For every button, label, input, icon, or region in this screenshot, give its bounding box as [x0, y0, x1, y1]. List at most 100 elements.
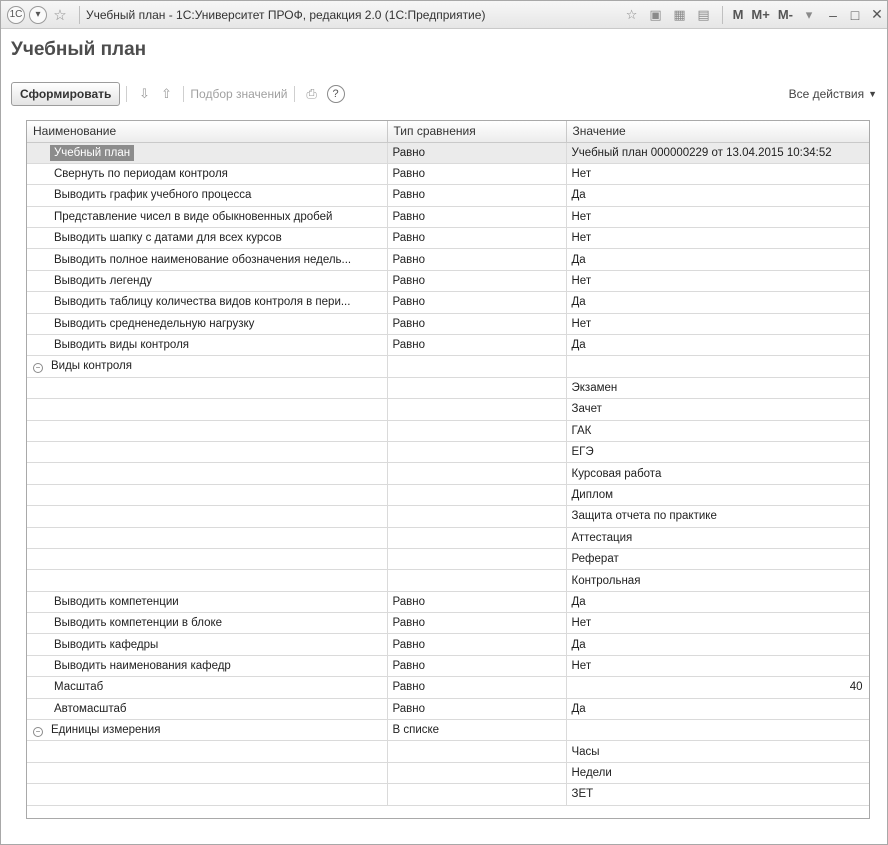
cell-name[interactable]: Выводить наименования кафедр — [27, 655, 388, 678]
table-row[interactable]: Курсовая работа — [27, 462, 869, 485]
cell-name[interactable]: Выводить полное наименование обозначения… — [27, 248, 388, 271]
table-row[interactable]: Выводить легенду Равно Нет — [27, 270, 869, 293]
cell-value[interactable]: ЕГЭ — [566, 441, 869, 464]
cell-name[interactable]: Масштаб — [27, 676, 388, 699]
cell-name[interactable] — [27, 484, 388, 507]
cell-value[interactable]: Учебный план 000000229 от 13.04.2015 10:… — [566, 142, 869, 164]
help-icon[interactable]: ? — [326, 85, 345, 103]
cell-value[interactable]: Диплом — [566, 484, 869, 507]
table-row[interactable]: Контрольная — [27, 569, 869, 592]
cell-value[interactable]: Экзамен — [566, 377, 869, 400]
cell-name[interactable] — [27, 377, 388, 400]
cell-comparison[interactable] — [387, 377, 567, 400]
cell-comparison[interactable] — [387, 783, 567, 806]
cell-name[interactable] — [27, 462, 388, 485]
table-row[interactable]: ЕГЭ — [27, 441, 869, 464]
cell-comparison[interactable]: Равно — [387, 612, 567, 635]
cell-comparison[interactable]: Равно — [387, 334, 567, 357]
cell-name[interactable]: − Виды контроля — [27, 355, 388, 378]
cell-value[interactable]: Да — [566, 248, 869, 271]
cell-value[interactable]: Контрольная — [566, 569, 869, 592]
table-row[interactable]: Выводить кафедры Равно Да — [27, 633, 869, 656]
cell-name[interactable]: Выводить таблицу количества видов контро… — [27, 291, 388, 314]
cell-value[interactable]: Нет — [566, 313, 869, 336]
favorite-icon[interactable]: ☆ — [622, 6, 642, 24]
cell-name[interactable]: Выводить компетенции в блоке — [27, 612, 388, 635]
cell-name[interactable]: Выводить шапку с датами для всех курсов — [27, 227, 388, 250]
cell-comparison[interactable]: Равно — [387, 248, 567, 271]
cell-comparison[interactable]: Равно — [387, 655, 567, 678]
cell-comparison[interactable]: Равно — [387, 163, 567, 186]
memory-minus-button[interactable]: M- — [778, 7, 793, 22]
cell-name[interactable] — [27, 527, 388, 549]
cell-name[interactable]: Выводить кафедры — [27, 633, 388, 656]
cell-comparison[interactable] — [387, 569, 567, 592]
cell-comparison[interactable]: Равно — [387, 633, 567, 656]
cell-name[interactable]: Учебный план — [27, 142, 388, 164]
cell-comparison[interactable] — [387, 548, 567, 571]
cell-value[interactable]: Реферат — [566, 548, 869, 571]
table-row[interactable]: Защита отчета по практике — [27, 505, 869, 528]
calculator-icon[interactable]: ▦ — [670, 6, 690, 24]
cell-name[interactable] — [27, 441, 388, 464]
table-row[interactable]: Часы — [27, 740, 869, 763]
cell-value[interactable]: Да — [566, 291, 869, 314]
cell-value[interactable]: ГАК — [566, 420, 869, 442]
cell-value[interactable]: 40 — [566, 676, 869, 699]
cell-comparison[interactable] — [387, 505, 567, 528]
table-row[interactable]: Аттестация — [27, 527, 869, 549]
cell-value[interactable]: Нет — [566, 206, 869, 229]
column-header-name[interactable]: Наименование — [27, 121, 388, 143]
table-row[interactable]: Выводить компетенции в блоке Равно Нет — [27, 612, 869, 635]
cell-value[interactable]: Да — [566, 334, 869, 357]
cell-comparison[interactable] — [387, 462, 567, 485]
cell-value[interactable]: ЗЕТ — [566, 783, 869, 806]
cell-comparison[interactable] — [387, 398, 567, 421]
cell-value[interactable]: Недели — [566, 762, 869, 785]
collapse-icon[interactable]: − — [33, 363, 43, 374]
cell-name[interactable]: Выводить средненедельную нагрузку — [27, 313, 388, 336]
table-row[interactable]: Выводить средненедельную нагрузку Равно Не… — [27, 313, 869, 336]
cell-comparison[interactable]: Равно — [387, 270, 567, 293]
cell-value[interactable]: Нет — [566, 655, 869, 678]
cell-name[interactable]: Выводить компетенции — [27, 591, 388, 614]
cell-comparison[interactable]: Равно — [387, 206, 567, 229]
print-icon[interactable]: ⎙ — [303, 85, 321, 103]
cell-value[interactable]: Да — [566, 591, 869, 614]
table-row[interactable]: Экзамен — [27, 377, 869, 400]
cell-comparison[interactable] — [387, 441, 567, 464]
close-icon[interactable]: ✕ — [867, 5, 887, 25]
cell-value[interactable]: Защита отчета по практике — [566, 505, 869, 528]
maximize-icon[interactable]: □ — [845, 5, 865, 25]
table-row[interactable]: Свернуть по периодам контроля Равно Нет — [27, 163, 869, 186]
cell-value[interactable]: Часы — [566, 740, 869, 763]
table-row[interactable]: Выводить таблицу количества видов контро… — [27, 291, 869, 314]
table-row[interactable]: Масштаб Равно 40 — [27, 676, 869, 699]
cell-comparison[interactable]: Равно — [387, 676, 567, 699]
collapse-icon[interactable]: − — [33, 726, 43, 737]
cell-comparison[interactable]: Равно — [387, 591, 567, 614]
cell-name[interactable]: Выводить график учебного процесса — [27, 184, 388, 207]
cell-comparison[interactable]: В списке — [387, 719, 567, 742]
cell-value[interactable]: Зачет — [566, 398, 869, 421]
all-actions-menu[interactable]: Все действия ▼ — [789, 87, 877, 101]
table-row[interactable]: Представление чисел в виде обыкновенных … — [27, 206, 869, 229]
cell-value[interactable]: Да — [566, 698, 869, 721]
table-row[interactable]: Недели — [27, 762, 869, 785]
cell-comparison[interactable] — [387, 740, 567, 763]
table-row[interactable]: Учебный план Равно Учебный план 000000229 … — [27, 142, 869, 164]
cell-comparison[interactable]: Равно — [387, 313, 567, 336]
table-row[interactable]: ГАК — [27, 420, 869, 442]
cell-comparison[interactable]: Равно — [387, 184, 567, 207]
cell-name[interactable]: Выводить легенду — [27, 270, 388, 293]
cell-comparison[interactable]: Равно — [387, 227, 567, 250]
cell-value[interactable] — [566, 719, 869, 742]
table-row[interactable]: Выводить шапку с датами для всех курсов Р… — [27, 227, 869, 250]
table-row[interactable]: Зачет — [27, 398, 869, 421]
cell-value[interactable]: Да — [566, 633, 869, 656]
cell-comparison[interactable]: Равно — [387, 698, 567, 721]
cell-value[interactable]: Аттестация — [566, 527, 869, 549]
app-logo-icon[interactable]: 1С — [7, 5, 25, 24]
cell-value[interactable]: Нет — [566, 270, 869, 293]
cell-comparison[interactable] — [387, 484, 567, 507]
